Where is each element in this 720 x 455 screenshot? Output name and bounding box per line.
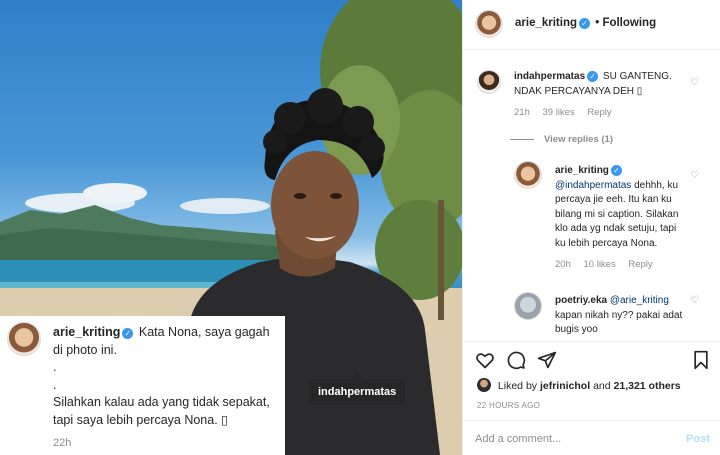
comment: poetriy.eka @arie_kriting kapan nikah ny… — [555, 294, 685, 338]
caption-username[interactable]: arie_kriting — [53, 325, 120, 339]
comment-text: kapan nikah ny?? pakai adat bugis yoo — [555, 309, 683, 336]
photo-tag-label: indahpermatas — [318, 386, 397, 398]
verified-icon: ✓ — [579, 18, 590, 29]
header-user: arie_kriting ✓ • Following — [515, 17, 656, 29]
comment-icon[interactable] — [506, 350, 526, 370]
post-side-panel: arie_kriting ✓ • Following indahpermatas ✓… — [462, 0, 720, 455]
verified-icon: ✓ — [587, 71, 599, 82]
comment-heart-icon[interactable]: ♡ — [690, 78, 700, 88]
caption-line-3: . — [53, 360, 57, 374]
post-header: arie_kriting ✓ • Following — [463, 0, 720, 50]
view-replies-button[interactable]: View replies (1) — [510, 134, 613, 145]
share-icon[interactable] — [537, 350, 557, 370]
reply-button[interactable]: Reply — [628, 259, 652, 270]
caption-line-6: tapi saya lebih percaya Nona. ▯ — [53, 412, 229, 427]
caption-text: arie_kriting ✓ Kata Nona, saya gagah di p… — [53, 324, 279, 429]
caption-line-1: Kata Nona, saya gagah — [138, 325, 270, 339]
comment-heart-icon[interactable]: ♡ — [690, 296, 700, 306]
caption-time: 22h — [53, 437, 72, 449]
caption-avatar[interactable] — [7, 322, 41, 356]
header-avatar[interactable] — [475, 10, 503, 38]
following-button[interactable]: Following — [602, 17, 656, 29]
header-separator: • — [595, 17, 600, 29]
post-time-ago[interactable]: 22 HOURS AGO — [477, 401, 540, 410]
liked-by-user[interactable]: jefrinichol — [540, 380, 590, 392]
bookmark-icon[interactable] — [691, 350, 711, 370]
comment-likes[interactable]: 10 likes — [584, 259, 616, 270]
add-comment-input[interactable] — [475, 430, 665, 448]
caption-line-4: . — [53, 377, 57, 392]
post-actions: Liked by jefrinichol and 21,321 others 2… — [463, 341, 720, 417]
reply-button[interactable]: Reply — [587, 107, 611, 118]
verified-icon: ✓ — [610, 165, 622, 176]
header-username[interactable]: arie_kriting — [515, 17, 577, 29]
post-photo[interactable]: indahpermatas arie_kriting ✓ Kata Nona, s… — [0, 0, 462, 455]
comment-heart-icon[interactable]: ♡ — [690, 171, 700, 181]
comment-avatar[interactable] — [514, 292, 542, 320]
comment-username[interactable]: indahpermatas — [514, 71, 585, 82]
add-comment-bar: Post — [463, 420, 720, 455]
caption-line-5: Silahkan kalau ada yang tidak sepakat, — [53, 395, 270, 409]
comment: indahpermatas ✓ SU GANTENG. NDAK PERCAYAN… — [514, 70, 694, 121]
liked-by: Liked by jefrinichol and 21,321 others — [477, 378, 681, 392]
heart-icon[interactable] — [475, 350, 495, 370]
comment-username[interactable]: poetriy.eka — [555, 295, 607, 306]
verified-icon: ✓ — [122, 328, 134, 339]
reply-avatar[interactable] — [514, 161, 542, 189]
liked-by-avatar[interactable] — [477, 378, 491, 392]
reply-comment: arie_kriting ✓ @indahpermatas dehhh, ku p… — [555, 164, 685, 273]
comment-meta: 20h 10 likes Reply — [555, 258, 685, 273]
post-button[interactable]: Post — [686, 433, 710, 445]
liked-by-prefix: Liked by — [497, 380, 538, 392]
photo-tag[interactable]: indahpermatas — [309, 373, 406, 405]
comment-mention[interactable]: @indahpermatas — [555, 180, 631, 191]
comment-likes[interactable]: 39 likes — [543, 107, 575, 118]
comments-list[interactable]: indahpermatas ✓ SU GANTENG. NDAK PERCAYAN… — [463, 51, 720, 341]
comment-username[interactable]: arie_kriting — [555, 165, 609, 176]
caption-overlay: arie_kriting ✓ Kata Nona, saya gagah di p… — [0, 316, 285, 455]
comment-mention[interactable]: @arie_kriting — [610, 295, 669, 306]
liked-by-joiner: and — [593, 380, 611, 392]
comment-time[interactable]: 20h — [555, 259, 571, 270]
comment-meta: 21h 39 likes Reply — [514, 106, 694, 121]
caption-line-2: di photo ini. — [53, 342, 117, 357]
liked-by-others[interactable]: 21,321 others — [614, 380, 681, 392]
comment-time[interactable]: 21h — [514, 107, 530, 118]
comment-avatar[interactable] — [477, 70, 501, 94]
